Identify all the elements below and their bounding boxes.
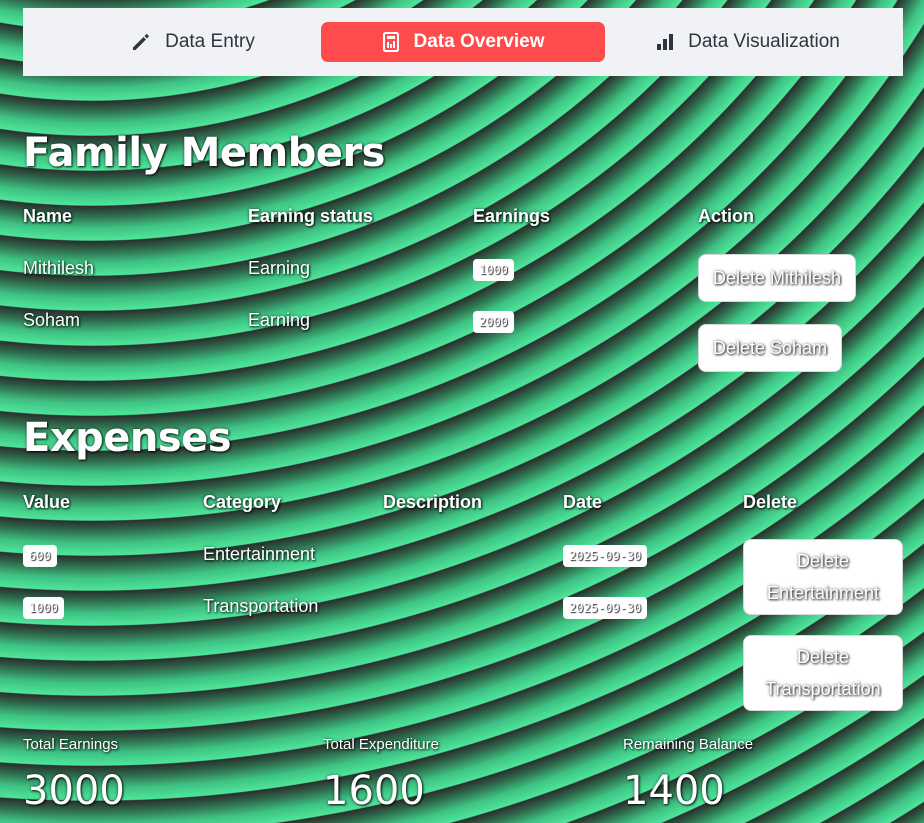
remaining-balance-value: 1400 xyxy=(623,768,725,814)
column-header-delete: Delete xyxy=(743,492,798,512)
column-header-name: Name xyxy=(23,206,73,226)
expense-value: 600 xyxy=(23,545,57,567)
member-earning-status: Earning xyxy=(248,310,311,330)
tab-data-visualization[interactable]: Data Visualization xyxy=(633,22,863,62)
column-header-earnings: Earnings xyxy=(473,206,551,226)
bar-chart-icon xyxy=(656,33,674,51)
total-earnings-value: 3000 xyxy=(23,768,125,814)
member-earnings: 2000 xyxy=(473,311,514,333)
member-earning-status: Earning xyxy=(248,258,311,278)
tab-data-visualization-label: Data Visualization xyxy=(688,31,840,52)
family-members-title: Family Members xyxy=(23,130,385,176)
tab-data-overview-label: Data Overview xyxy=(413,31,545,52)
tab-data-entry-label: Data Entry xyxy=(165,31,255,52)
total-earnings-label: Total Earnings xyxy=(23,736,119,753)
delete-entertainment-button[interactable]: Delete Entertainment xyxy=(743,539,903,615)
expense-category: Entertainment xyxy=(203,544,316,564)
pencil-icon xyxy=(131,32,151,52)
member-name: Mithilesh xyxy=(23,258,95,278)
delete-mithilesh-button[interactable]: Delete Mithilesh xyxy=(698,254,857,302)
total-expenditure-value: 1600 xyxy=(323,768,425,814)
expense-date: 2025-09-30 xyxy=(563,545,648,567)
member-earnings: 1000 xyxy=(473,259,514,281)
column-header-action: Action xyxy=(698,206,754,226)
expense-category: Transportation xyxy=(203,596,319,616)
remaining-balance-label: Remaining Balance xyxy=(623,736,754,753)
tab-data-overview[interactable]: Data Overview xyxy=(321,22,605,62)
tab-data-entry[interactable]: Data Entry xyxy=(83,22,303,62)
total-expenditure-label: Total Expenditure xyxy=(323,736,439,753)
expense-date: 2025-09-30 xyxy=(563,597,648,619)
top-nav: Data Entry Data Overview Data Visualizat… xyxy=(23,8,903,76)
delete-soham-button[interactable]: Delete Soham xyxy=(698,324,843,372)
member-name: Soham xyxy=(23,310,81,330)
column-header-description: Description xyxy=(383,492,483,512)
column-header-earning-status: Earning status xyxy=(248,206,374,226)
expense-value: 1000 xyxy=(23,597,64,619)
calculator-icon xyxy=(382,32,400,52)
column-header-category: Category xyxy=(203,492,282,512)
expenses-title: Expenses xyxy=(23,415,232,461)
delete-transportation-button[interactable]: Delete Transportation xyxy=(743,635,903,711)
column-header-date: Date xyxy=(563,492,603,512)
column-header-value: Value xyxy=(23,492,71,512)
